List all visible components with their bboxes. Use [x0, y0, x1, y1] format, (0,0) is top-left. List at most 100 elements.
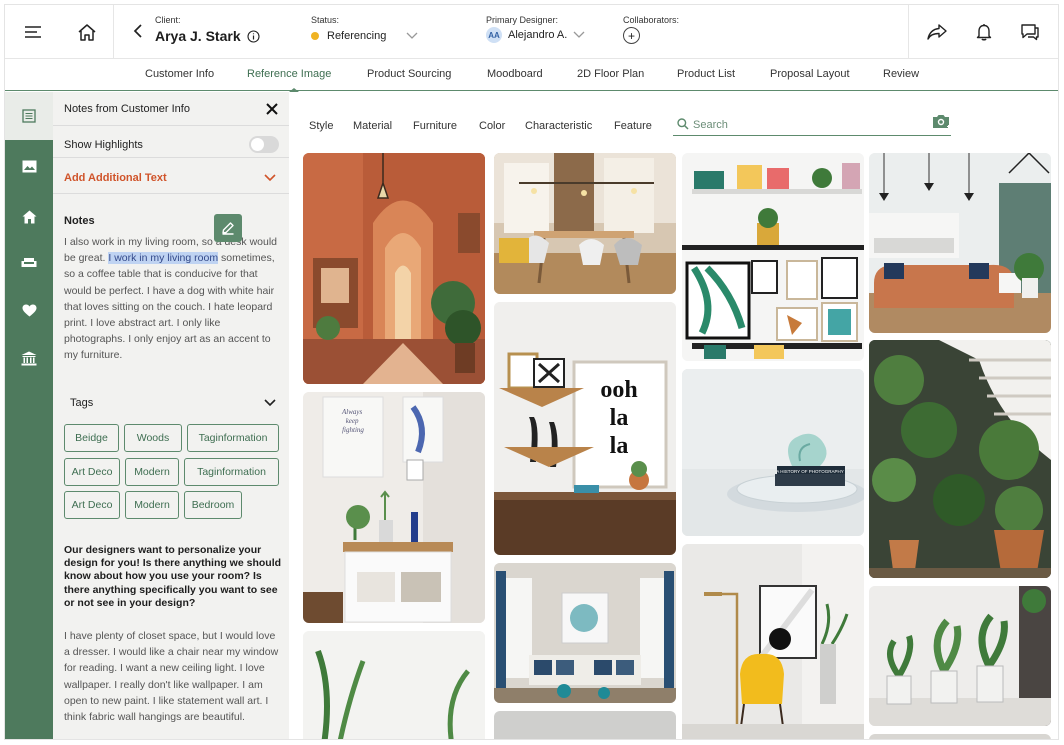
filter-style[interactable]: Style	[309, 120, 333, 132]
poster-word: la	[610, 433, 629, 459]
reference-image-gray-room[interactable]	[494, 711, 676, 739]
filter-furniture[interactable]: Furniture	[413, 120, 457, 132]
back-button[interactable]	[133, 24, 145, 40]
status-dot-icon	[311, 32, 319, 40]
reference-image-potted-plants[interactable]	[869, 586, 1051, 726]
app-window: Client: Arya J. Stark Status: Referencin…	[4, 4, 1059, 740]
chevron-down-icon	[264, 174, 276, 182]
filter-color[interactable]: Color	[479, 120, 505, 132]
reference-image-dining-room[interactable]	[494, 153, 676, 294]
info-icon[interactable]	[247, 29, 260, 43]
camera-search-icon[interactable]	[931, 113, 951, 130]
reference-image-yellow-chair[interactable]	[682, 544, 864, 739]
notes-highlight[interactable]: I work in my living room	[108, 252, 219, 265]
tab-review[interactable]: Review	[883, 59, 919, 91]
search-icon	[677, 118, 689, 130]
tag-chip[interactable]: Bedroom	[184, 491, 242, 519]
tag-chip[interactable]: Art Deco	[64, 458, 120, 486]
home-button[interactable]	[61, 5, 113, 59]
tags-label: Tags	[70, 397, 94, 409]
plant-staircase-illustration	[869, 340, 1051, 578]
chevron-down-icon[interactable]	[264, 399, 276, 407]
tab-product-sourcing[interactable]: Product Sourcing	[367, 59, 451, 91]
personalize-answer: I have plenty of closet space, but I wou…	[64, 630, 279, 724]
reference-image-grid: Always keep fighting ooh la la A HISTORY…	[289, 152, 1058, 739]
notifications-button[interactable]	[963, 5, 1005, 59]
tag-chip[interactable]: Modern	[125, 491, 179, 519]
close-icon[interactable]	[266, 103, 278, 115]
tab-moodboard[interactable]: Moodboard	[487, 59, 543, 91]
open-plan-living-illustration	[869, 153, 1051, 333]
search-input[interactable]	[693, 117, 923, 133]
tab-reference-image[interactable]: Reference Image	[247, 59, 331, 91]
reference-image-wall-shelf-ooh-la-la[interactable]: ooh la la	[494, 302, 676, 555]
messages-button[interactable]	[1009, 5, 1051, 59]
edit-notes-button[interactable]	[214, 214, 242, 242]
add-collaborator-button[interactable]: +	[623, 27, 640, 44]
add-text-row[interactable]: Add Additional Text	[53, 158, 289, 194]
tag-chip[interactable]: Taginformation	[187, 424, 279, 452]
tag-chip[interactable]: Woods	[124, 424, 182, 452]
client-name: Arya J. Stark	[155, 28, 241, 44]
tag-chip[interactable]: Taginformation	[184, 458, 279, 486]
chevron-down-icon	[406, 32, 418, 39]
rail-furniture-button[interactable]	[5, 251, 53, 275]
designer-avatar: AA	[486, 27, 502, 43]
filter-material[interactable]: Material	[353, 120, 392, 132]
designer-name: Alejandro A.	[508, 29, 568, 41]
tag-chip[interactable]: Art Deco	[64, 491, 120, 519]
rail-home-button[interactable]	[5, 205, 53, 229]
reference-image-bottom[interactable]	[869, 734, 1051, 739]
reference-image-terracotta-hallway[interactable]	[303, 153, 485, 384]
chevron-left-icon	[133, 24, 142, 38]
poster-text-line-1: Always	[341, 408, 362, 416]
filter-characteristic[interactable]: Characteristic	[525, 120, 592, 132]
reference-image-plants-corner[interactable]	[303, 631, 485, 739]
client-label: Client:	[155, 15, 181, 25]
hamburger-icon	[25, 26, 41, 38]
potted-plants-illustration	[869, 586, 1051, 726]
filter-bar: Style Material Furniture Color Character…	[289, 92, 1058, 152]
reference-image-open-plan-living[interactable]	[869, 153, 1051, 333]
collaborators-label: Collaborators:	[623, 15, 680, 25]
poster-word: ooh	[600, 377, 637, 403]
designer-select[interactable]: AA Alejandro A.	[486, 27, 585, 43]
pencil-icon	[222, 222, 234, 235]
yellow-chair-illustration	[682, 544, 864, 739]
reference-image-gallery-wall[interactable]	[682, 153, 864, 361]
search-box	[673, 114, 951, 136]
tab-proposal-layout[interactable]: Proposal Layout	[770, 59, 850, 91]
tab-customer-info[interactable]: Customer Info	[145, 59, 214, 91]
notes-heading: Notes	[64, 215, 95, 227]
status-label: Status:	[311, 15, 340, 25]
tag-chip[interactable]: Modern	[125, 458, 179, 486]
reference-image-plant-staircase[interactable]	[869, 340, 1051, 578]
chat-icon	[1021, 24, 1039, 41]
white-kitchen-illustration: Always keep fighting	[303, 392, 485, 623]
heart-icon	[22, 304, 36, 316]
left-rail	[5, 92, 53, 739]
share-button[interactable]	[916, 5, 958, 59]
notes-panel: Notes from Customer Info Show Highlights…	[53, 92, 289, 739]
tab-product-list[interactable]: Product List	[677, 59, 735, 91]
sofa-icon	[21, 258, 37, 267]
reference-image-living-room-sofa[interactable]	[494, 563, 676, 703]
reference-image-glass-decor[interactable]: A HISTORY OF PHOTOGRAPHY	[682, 369, 864, 536]
rail-favorites-button[interactable]	[5, 298, 53, 322]
menu-button[interactable]	[5, 5, 61, 59]
show-highlights-row: Show Highlights	[53, 126, 289, 158]
rail-gallery-button[interactable]	[5, 346, 53, 370]
dining-room-illustration	[494, 153, 676, 294]
plants-corner-illustration	[303, 631, 485, 739]
workflow-tabs: Customer Info Reference Image Product So…	[5, 59, 1058, 91]
filter-feature[interactable]: Feature	[614, 120, 652, 132]
reference-image-white-kitchen-cart[interactable]: Always keep fighting	[303, 392, 485, 623]
tag-chip[interactable]: Beidge	[64, 424, 119, 452]
show-highlights-toggle[interactable]	[249, 136, 279, 153]
rail-image-button[interactable]	[5, 154, 53, 178]
glass-decor-illustration: A HISTORY OF PHOTOGRAPHY	[682, 369, 864, 536]
status-select[interactable]: Referencing	[311, 30, 418, 42]
book-title-text: A HISTORY OF PHOTOGRAPHY	[776, 469, 843, 474]
tab-2d-floor-plan[interactable]: 2D Floor Plan	[577, 59, 644, 91]
rail-notes-button[interactable]	[5, 92, 53, 140]
